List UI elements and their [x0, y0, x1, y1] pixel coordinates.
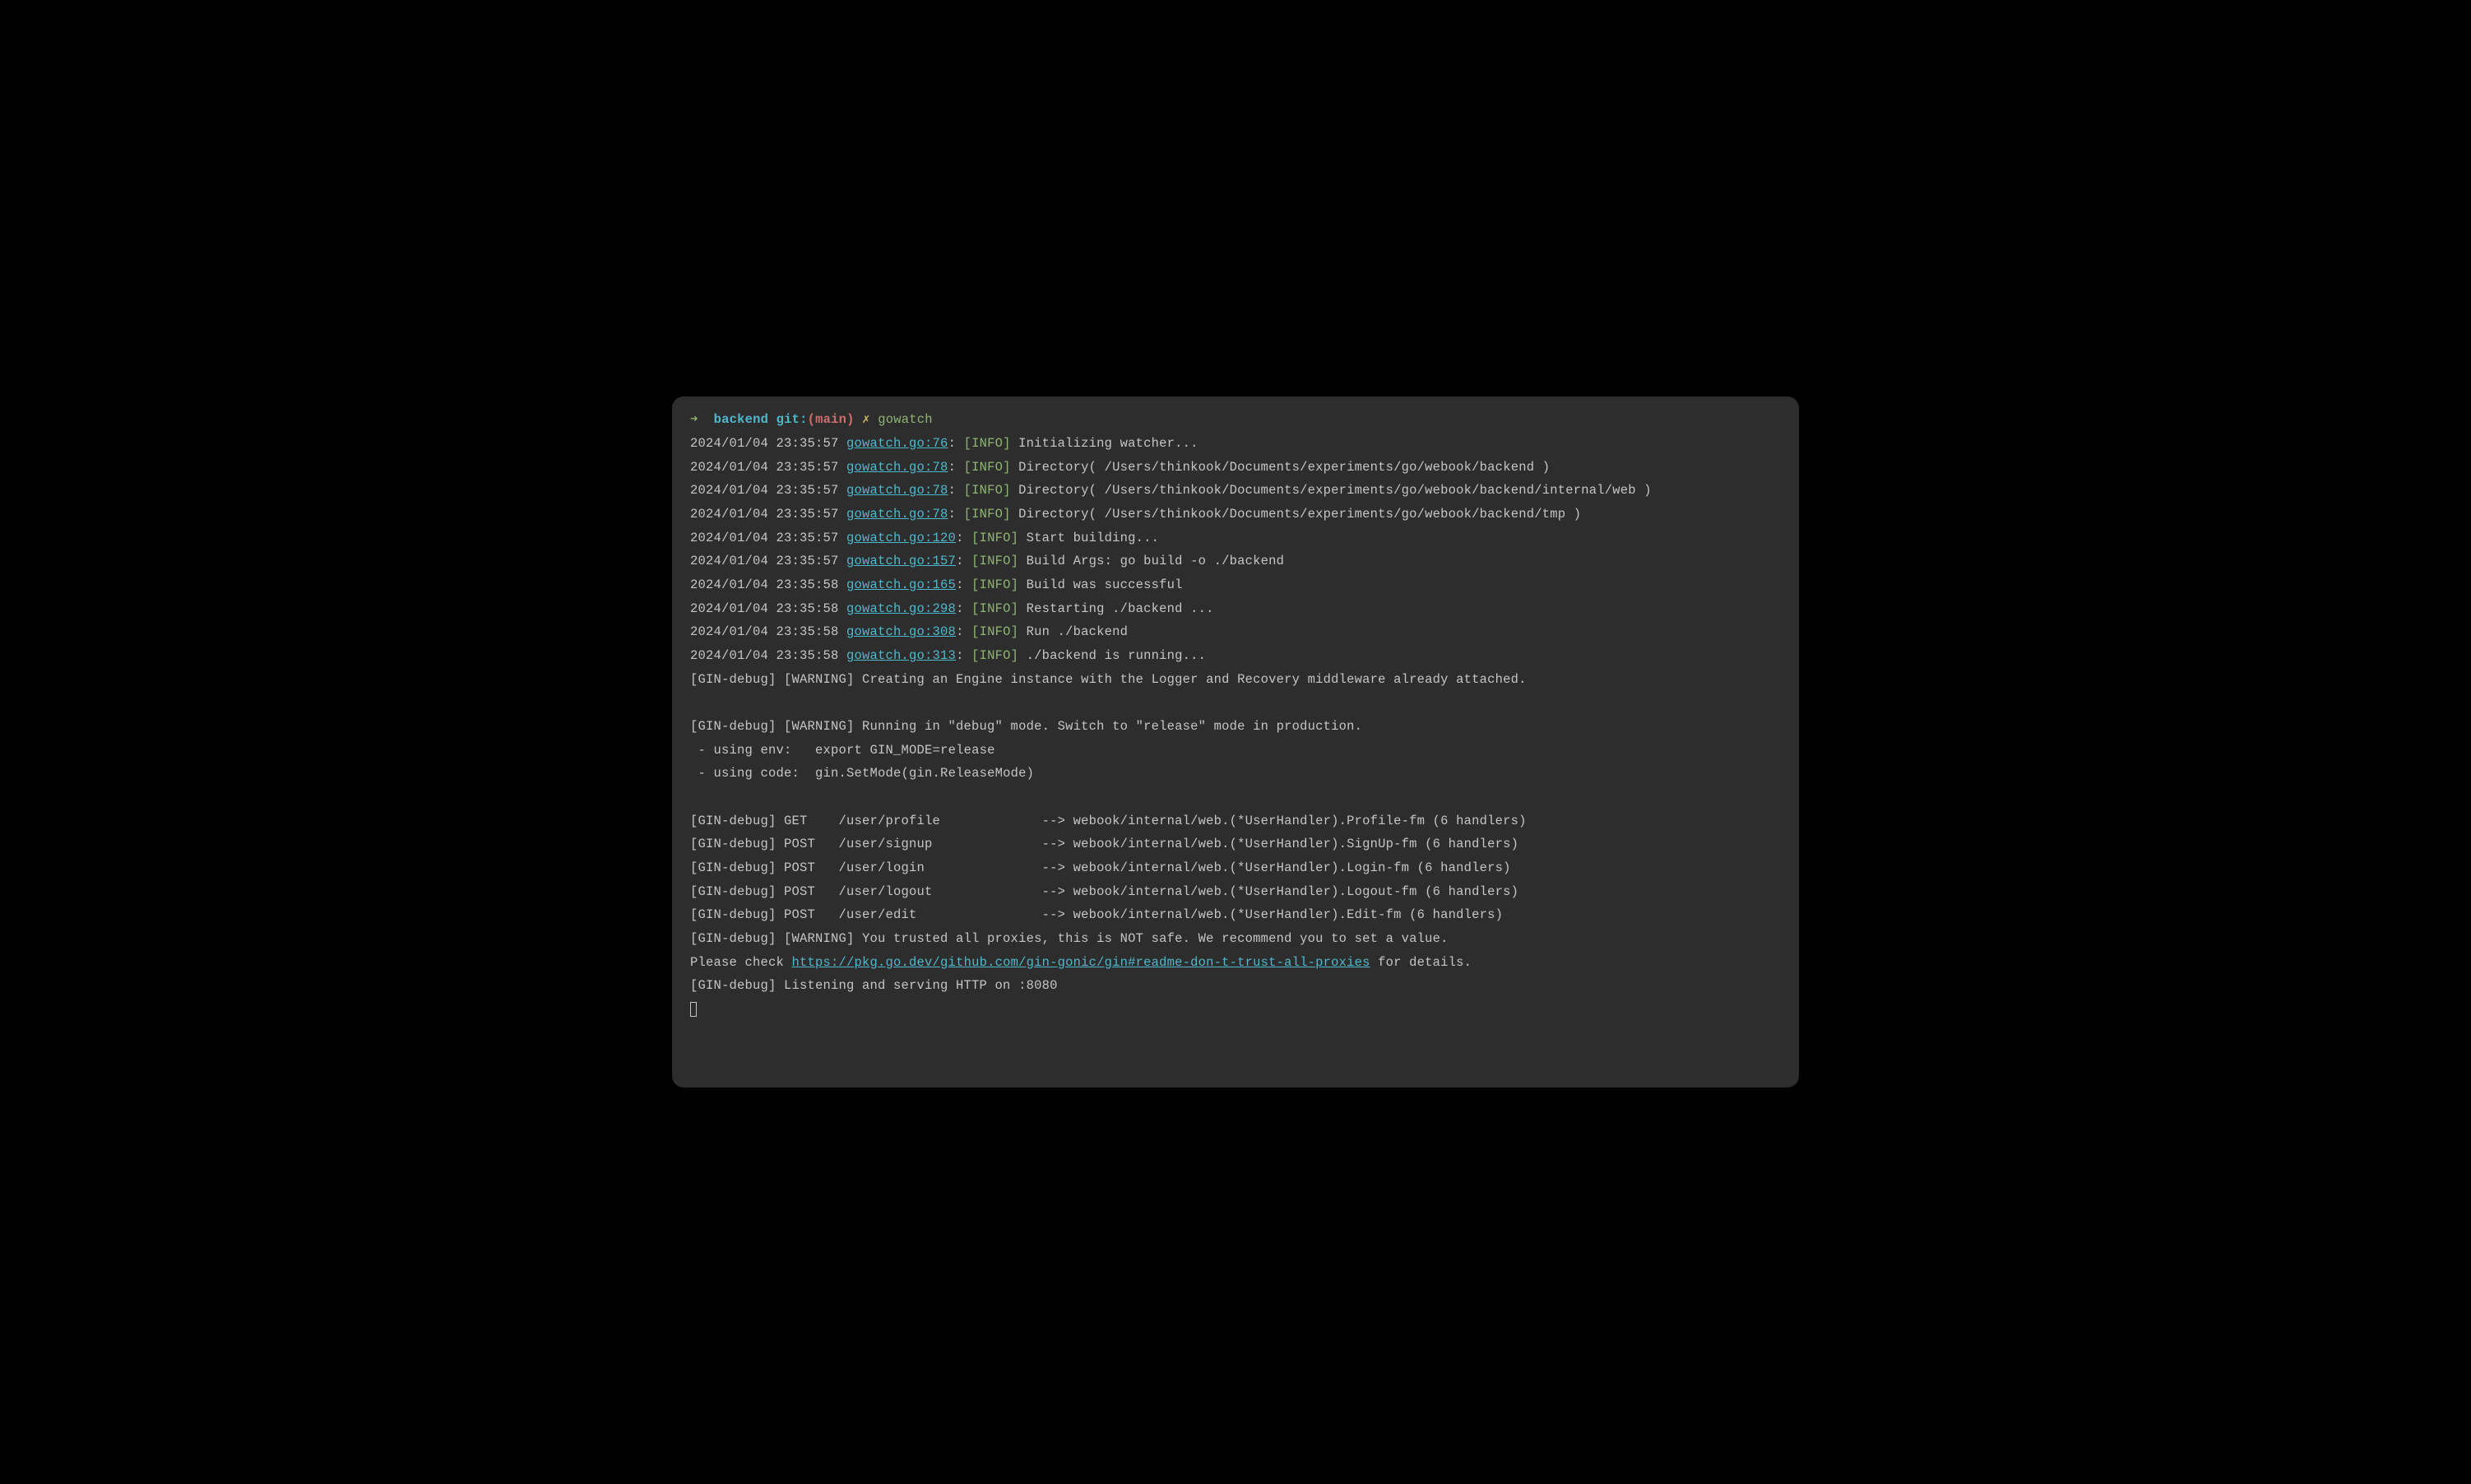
- log-colon: :: [956, 624, 971, 639]
- log-line: 2024/01/04 23:35:57 gowatch.go:76: [INFO…: [690, 432, 1781, 456]
- log-colon: :: [956, 531, 971, 545]
- log-level: [INFO]: [964, 483, 1011, 498]
- log-colon: :: [948, 436, 964, 451]
- log-line: 2024/01/04 23:35:57 gowatch.go:78: [INFO…: [690, 479, 1781, 503]
- log-line: 2024/01/04 23:35:57 gowatch.go:157: [INF…: [690, 550, 1781, 573]
- log-line: 2024/01/04 23:35:57 gowatch.go:120: [INF…: [690, 526, 1781, 550]
- log-timestamp: 2024/01/04 23:35:58: [690, 577, 846, 592]
- terminal-cursor-icon: [690, 1002, 697, 1017]
- log-colon: :: [956, 577, 971, 592]
- log-level: [INFO]: [971, 624, 1018, 639]
- log-line: 2024/01/04 23:35:57 gowatch.go:78: [INFO…: [690, 503, 1781, 526]
- prompt-command: gowatch: [878, 412, 933, 427]
- dirty-mark-icon: ✗: [862, 412, 870, 427]
- prompt-line: ➜ backend git:(main) ✗ gowatch: [690, 408, 1781, 432]
- log-timestamp: 2024/01/04 23:35:57: [690, 531, 846, 545]
- log-line: 2024/01/04 23:35:58 gowatch.go:165: [INF…: [690, 573, 1781, 597]
- log-line: 2024/01/04 23:35:58 gowatch.go:308: [INF…: [690, 620, 1781, 644]
- terminal-window[interactable]: ➜ backend git:(main) ✗ gowatch 2024/01/0…: [672, 397, 1799, 1087]
- log-timestamp: 2024/01/04 23:35:57: [690, 436, 846, 451]
- gin-line: [GIN-debug] POST /user/signup --> webook…: [690, 832, 1781, 856]
- prompt-cwd: backend: [714, 412, 769, 427]
- log-level: [INFO]: [964, 507, 1011, 522]
- log-source-link[interactable]: gowatch.go:78: [846, 460, 948, 475]
- log-message: Directory( /Users/thinkook/Documents/exp…: [1011, 483, 1652, 498]
- log-line: 2024/01/04 23:35:57 gowatch.go:78: [INFO…: [690, 456, 1781, 480]
- log-message: Directory( /Users/thinkook/Documents/exp…: [1011, 460, 1551, 475]
- log-source-link[interactable]: gowatch.go:157: [846, 554, 956, 568]
- log-timestamp: 2024/01/04 23:35:58: [690, 624, 846, 639]
- log-message: Initializing watcher...: [1011, 436, 1198, 451]
- gin-output: [GIN-debug] [WARNING] Creating an Engine…: [690, 668, 1781, 951]
- log-timestamp: 2024/01/04 23:35:57: [690, 507, 846, 522]
- gin-line: [GIN-debug] [WARNING] Creating an Engine…: [690, 668, 1781, 692]
- log-source-link[interactable]: gowatch.go:120: [846, 531, 956, 545]
- log-source-link[interactable]: gowatch.go:76: [846, 436, 948, 451]
- log-source-link[interactable]: gowatch.go:165: [846, 577, 956, 592]
- log-message: Run ./backend: [1018, 624, 1128, 639]
- gin-line: [GIN-debug] [WARNING] You trusted all pr…: [690, 927, 1781, 951]
- url-suffix: for details.: [1370, 955, 1472, 970]
- prompt-arrow-icon: ➜: [690, 412, 698, 427]
- log-timestamp: 2024/01/04 23:35:57: [690, 460, 846, 475]
- log-source-link[interactable]: gowatch.go:78: [846, 507, 948, 522]
- gin-line: [GIN-debug] [WARNING] Running in "debug"…: [690, 715, 1781, 739]
- log-message: ./backend is running...: [1018, 648, 1206, 663]
- log-message: Restarting ./backend ...: [1018, 601, 1214, 616]
- url-prefix: Please check: [690, 955, 792, 970]
- log-message: Build was successful: [1018, 577, 1183, 592]
- log-colon: :: [948, 460, 964, 475]
- proxy-warning-url-line: Please check https://pkg.go.dev/github.c…: [690, 951, 1781, 975]
- prompt-git-label: git:: [777, 412, 808, 427]
- log-timestamp: 2024/01/04 23:35:58: [690, 601, 846, 616]
- gin-line: [GIN-debug] POST /user/login --> webook/…: [690, 856, 1781, 880]
- log-message: Build Args: go build -o ./backend: [1018, 554, 1284, 568]
- gin-line: [GIN-debug] POST /user/edit --> webook/i…: [690, 903, 1781, 927]
- log-line: 2024/01/04 23:35:58 gowatch.go:313: [INF…: [690, 644, 1781, 668]
- gin-line: [GIN-debug] GET /user/profile --> webook…: [690, 809, 1781, 833]
- log-source-link[interactable]: gowatch.go:308: [846, 624, 956, 639]
- log-timestamp: 2024/01/04 23:35:58: [690, 648, 846, 663]
- proxy-docs-link[interactable]: https://pkg.go.dev/github.com/gin-gonic/…: [792, 955, 1370, 970]
- log-colon: :: [956, 554, 971, 568]
- log-timestamp: 2024/01/04 23:35:57: [690, 483, 846, 498]
- gin-line: [690, 691, 1781, 715]
- log-level: [INFO]: [964, 460, 1011, 475]
- log-colon: :: [956, 648, 971, 663]
- log-source-link[interactable]: gowatch.go:298: [846, 601, 956, 616]
- log-source-link[interactable]: gowatch.go:313: [846, 648, 956, 663]
- gin-line: [GIN-debug] POST /user/logout --> webook…: [690, 880, 1781, 904]
- gin-line: - using code: gin.SetMode(gin.ReleaseMod…: [690, 762, 1781, 786]
- gin-line: - using env: export GIN_MODE=release: [690, 739, 1781, 763]
- log-colon: :: [956, 601, 971, 616]
- gin-line: [690, 786, 1781, 809]
- log-colon: :: [948, 483, 964, 498]
- log-message: Start building...: [1018, 531, 1159, 545]
- log-level: [INFO]: [971, 648, 1018, 663]
- log-message: Directory( /Users/thinkook/Documents/exp…: [1011, 507, 1582, 522]
- log-level: [INFO]: [971, 601, 1018, 616]
- log-level: [INFO]: [971, 577, 1018, 592]
- log-level: [INFO]: [971, 554, 1018, 568]
- listen-line: [GIN-debug] Listening and serving HTTP o…: [690, 974, 1781, 998]
- log-timestamp: 2024/01/04 23:35:57: [690, 554, 846, 568]
- log-output: 2024/01/04 23:35:57 gowatch.go:76: [INFO…: [690, 432, 1781, 668]
- log-line: 2024/01/04 23:35:58 gowatch.go:298: [INF…: [690, 597, 1781, 621]
- paren-close: ): [846, 412, 855, 427]
- log-source-link[interactable]: gowatch.go:78: [846, 483, 948, 498]
- log-colon: :: [948, 507, 964, 522]
- log-level: [INFO]: [971, 531, 1018, 545]
- prompt-branch: main: [815, 412, 846, 427]
- paren-open: (: [808, 412, 816, 427]
- log-level: [INFO]: [964, 436, 1011, 451]
